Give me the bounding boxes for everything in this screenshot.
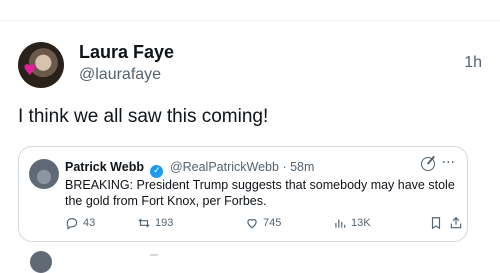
bookmark-button[interactable]: [429, 216, 443, 230]
retweet-count: 193: [155, 217, 174, 229]
grok-icon[interactable]: [421, 157, 435, 171]
views-count: 13K: [351, 217, 371, 229]
more-icon[interactable]: ···: [442, 155, 455, 171]
post-text: I think we all saw this coming!: [18, 106, 269, 127]
reply-count: 43: [83, 217, 96, 229]
heart-sticker-icon: ♥: [23, 61, 37, 79]
bookmark-icon: [431, 217, 441, 230]
top-divider: [0, 20, 500, 21]
quoted-post[interactable]: Patrick Webb ✓ @RealPatrickWebb · 58m ··…: [18, 146, 468, 242]
display-name[interactable]: Laura Faye: [79, 42, 174, 63]
next-post-avatar[interactable]: [30, 251, 52, 273]
post-time[interactable]: 1h: [464, 54, 482, 72]
like-button[interactable]: 745: [245, 216, 281, 230]
reply-button[interactable]: 43: [65, 216, 95, 230]
like-count: 745: [263, 217, 282, 229]
quoted-text: BREAKING: President Trump suggests that …: [65, 178, 455, 208]
quoted-header: Patrick Webb ✓ @RealPatrickWebb · 58m: [65, 160, 314, 178]
next-post-fragment: [150, 254, 158, 256]
quoted-separator: ·: [282, 160, 291, 174]
retweet-icon: [138, 218, 150, 228]
avatar[interactable]: ♥: [18, 42, 64, 88]
like-icon: [247, 219, 257, 229]
quoted-handle[interactable]: @RealPatrickWebb: [170, 160, 279, 174]
quoted-time[interactable]: 58m: [290, 160, 314, 174]
quoted-display-name[interactable]: Patrick Webb: [65, 160, 144, 174]
quoted-avatar[interactable]: [29, 159, 59, 189]
share-icon: [450, 216, 462, 229]
views-icon: [335, 219, 346, 228]
retweet-button[interactable]: 193: [137, 216, 173, 230]
share-button[interactable]: [449, 216, 463, 230]
user-handle[interactable]: @laurafaye: [79, 66, 161, 84]
action-bar: 43 193 745 13K: [65, 216, 462, 234]
reply-icon: [66, 218, 78, 230]
views-button[interactable]: 13K: [333, 216, 371, 230]
